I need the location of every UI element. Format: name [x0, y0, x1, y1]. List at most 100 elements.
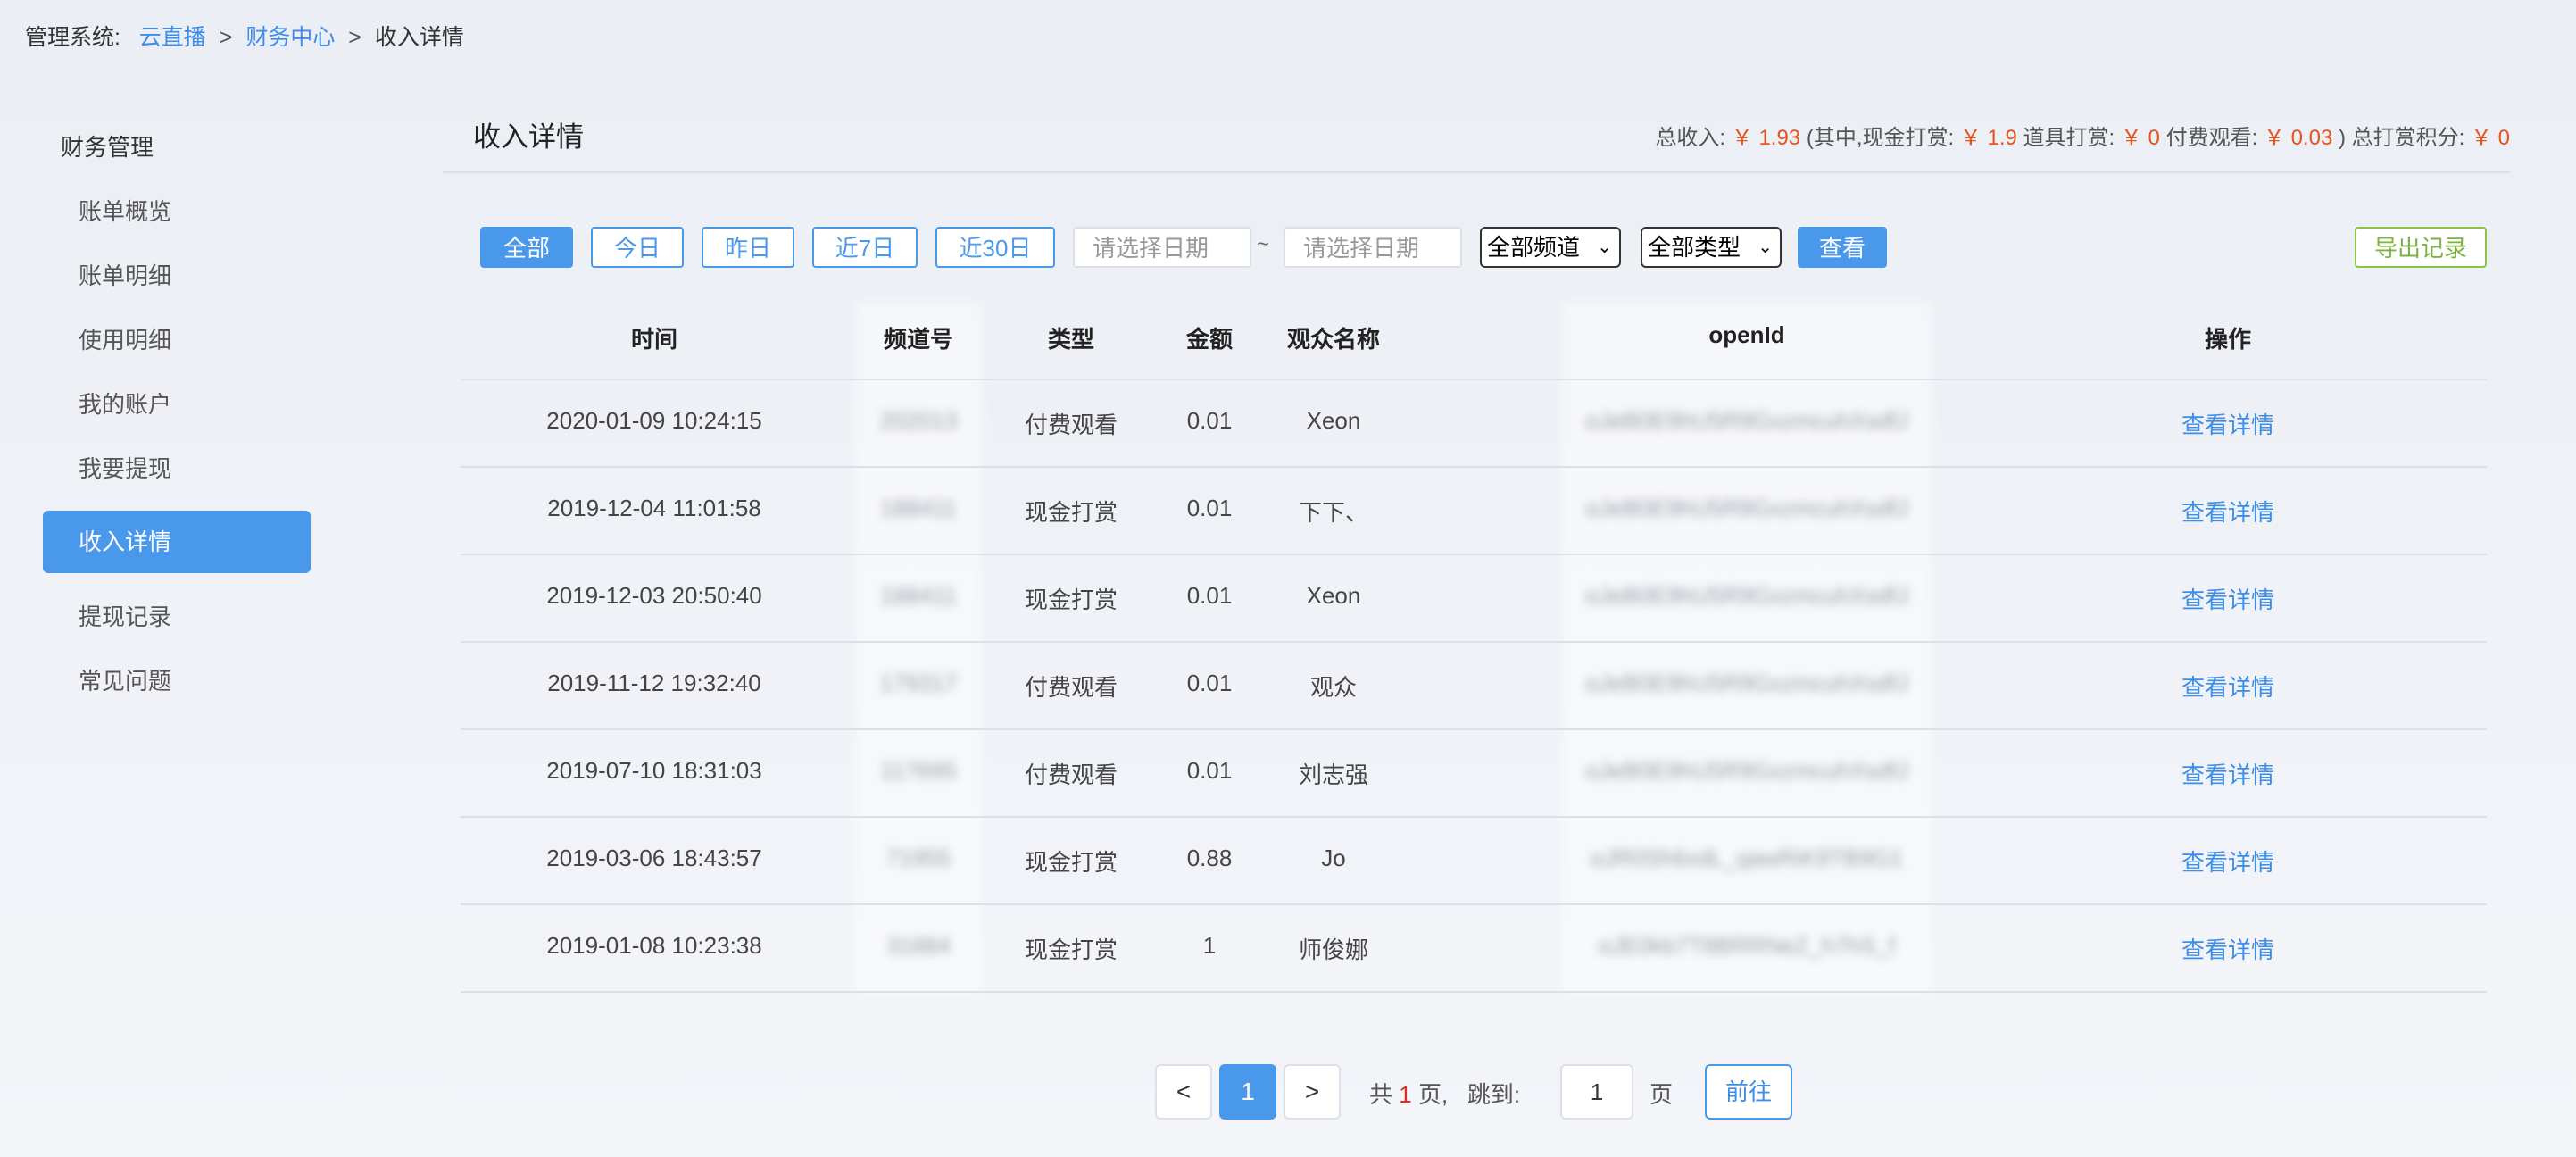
- sidebar: 财务管理 账单概览 账单明细 使用明细 我的账户 我要提现 收入详情 提现记录 …: [43, 125, 311, 723]
- cell-time: 2019-03-06 18:43:57: [546, 845, 762, 871]
- jump-label: 跳到:: [1467, 1081, 1521, 1108]
- summary-total-label: 总收入:: [1655, 126, 1726, 150]
- cell-channel: 202013: [879, 407, 958, 434]
- column-header-channel: 频道号: [883, 326, 953, 353]
- income-summary: 总收入: ￥ 1.93 (其中,现金打赏: ￥ 1.9 道具打赏: ￥ 0 付费…: [1655, 120, 2510, 151]
- sidebar-item-usage-details[interactable]: 使用明细: [43, 318, 311, 362]
- cell-type: 付费观看: [1024, 412, 1118, 438]
- cell-channel: 188411: [880, 495, 957, 521]
- summary-paid-label: 付费观看:: [2165, 126, 2258, 150]
- cell-openid: oJeB0E9hU5R9GxzmcuhXsdfJ: [1585, 495, 1908, 521]
- column-header-openid: openId: [1708, 321, 1785, 348]
- breadcrumb-link-finance[interactable]: 财务中心: [245, 25, 335, 50]
- view-details-link[interactable]: 查看详情: [2049, 582, 2406, 615]
- income-table: 时间 频道号 类型 金额 观众名称 openId 操作 2020-01-09 1…: [461, 302, 2487, 993]
- view-details-link[interactable]: 查看详情: [2049, 845, 2406, 878]
- total-pages-count: 1: [1399, 1081, 1412, 1108]
- cell-amount: 0.01: [1186, 495, 1233, 521]
- chevron-down-icon: ⌄: [1597, 237, 1612, 257]
- cell-channel: 179317: [879, 670, 958, 696]
- end-date-input[interactable]: 请选择日期: [1284, 227, 1462, 268]
- table-row: 2019-03-06 18:43:57 71955 现金打赏 0.88 Jo oJR0Sh…: [461, 816, 2487, 903]
- cell-type: 付费观看: [1024, 674, 1118, 701]
- filter-30days-button[interactable]: 近30日: [935, 227, 1055, 268]
- sidebar-item-income-details[interactable]: 收入详情: [43, 511, 311, 573]
- type-select[interactable]: 全部类型 ⌄: [1641, 227, 1782, 268]
- start-date-input[interactable]: 请选择日期: [1073, 227, 1251, 268]
- page-header: 收入详情 总收入: ￥ 1.93 (其中,现金打赏: ￥ 1.9 道具打赏: ￥…: [443, 104, 2510, 173]
- cell-openid: oJeB0E9hU5R9GxzmcuhXsdfJ: [1585, 670, 1908, 696]
- breadcrumb-link-live[interactable]: 云直播: [139, 25, 206, 50]
- table-row: 2019-11-12 19:32:40 179317 付费观看 0.01 观众 oJeB0…: [461, 641, 2487, 728]
- cell-amount: 0.01: [1186, 670, 1233, 696]
- page-unit: 页: [1649, 1081, 1674, 1108]
- column-header-amount: 金额: [1185, 326, 1233, 353]
- summary-total-value: ￥ 1.93: [1731, 126, 1801, 150]
- table-row: 2019-01-08 10:23:38 31884 现金打赏 1 师俊娜 oJE0kb7T…: [461, 903, 2487, 993]
- cell-channel: 188411: [880, 582, 957, 609]
- summary-paid-value: ￥ 0.03: [2263, 126, 2333, 150]
- chevron-down-icon: ⌄: [1757, 237, 1773, 257]
- cell-openid: oJeB0E9hU5R9GxzmcuhXsdfJ: [1585, 757, 1908, 784]
- next-page-button[interactable]: >: [1284, 1064, 1341, 1120]
- cell-type: 现金打赏: [1024, 936, 1118, 963]
- filter-all-button[interactable]: 全部: [480, 227, 573, 268]
- cell-openid: oJeB0E9hU5R9GxzmcuhXsdfJ: [1585, 582, 1908, 609]
- sidebar-item-my-account[interactable]: 我的账户: [43, 382, 311, 427]
- breadcrumb: 管理系统: 云直播 > 财务中心 > 收入详情: [25, 20, 464, 52]
- query-button[interactable]: 查看: [1798, 227, 1887, 268]
- table-row: 2020-01-09 10:24:15 202013 付费观看 0.01 Xeon oJe…: [461, 379, 2487, 466]
- summary-cash-value: ￥ 1.9: [1959, 126, 2017, 150]
- sidebar-item-withdraw-records[interactable]: 提现记录: [43, 595, 311, 639]
- table-header: 时间 频道号 类型 金额 观众名称 openId 操作: [461, 302, 2487, 379]
- column-header-time: 时间: [630, 326, 677, 353]
- table-row: 2019-12-03 20:50:40 188411 现金打赏 0.01 Xeon oJe…: [461, 554, 2487, 641]
- sidebar-item-bill-overview[interactable]: 账单概览: [43, 189, 311, 234]
- breadcrumb-current: 收入详情: [374, 25, 464, 50]
- summary-points-label: ) 总打赏积分:: [2338, 126, 2465, 150]
- cell-viewer: Jo: [1321, 845, 1346, 871]
- cell-openid: oJR0Sh6xdL_qawRiK9TB9G1: [1591, 845, 1903, 871]
- breadcrumb-prefix: 管理系统:: [25, 25, 120, 50]
- view-details-link[interactable]: 查看详情: [2049, 670, 2406, 703]
- sidebar-item-bill-details[interactable]: 账单明细: [43, 254, 311, 298]
- date-range-separator: ~: [1257, 232, 1270, 256]
- cell-channel: 71955: [885, 845, 951, 871]
- sidebar-item-withdraw[interactable]: 我要提现: [43, 446, 311, 491]
- total-suffix: 页,: [1417, 1081, 1449, 1108]
- view-details-link[interactable]: 查看详情: [2049, 407, 2406, 440]
- sidebar-group-title: 财务管理: [61, 134, 154, 161]
- summary-prop-value: ￥ 0: [2120, 126, 2160, 150]
- total-prefix: 共: [1369, 1081, 1393, 1108]
- filter-today-button[interactable]: 今日: [591, 227, 684, 268]
- cell-channel: 31884: [885, 932, 951, 959]
- column-header-type: 类型: [1047, 326, 1094, 353]
- cell-amount: 0.01: [1186, 582, 1233, 609]
- cell-viewer: Xeon: [1306, 582, 1361, 609]
- filter-yesterday-button[interactable]: 昨日: [702, 227, 794, 268]
- view-details-link[interactable]: 查看详情: [2049, 932, 2406, 965]
- cell-viewer: 刘志强: [1298, 762, 1368, 788]
- view-details-link[interactable]: 查看详情: [2049, 495, 2406, 528]
- export-records-button[interactable]: 导出记录: [2355, 227, 2487, 268]
- cell-viewer: Xeon: [1306, 407, 1361, 434]
- filter-7days-button[interactable]: 近7日: [812, 227, 918, 268]
- column-header-action: 操作: [2204, 326, 2251, 353]
- cell-amount: 0.01: [1186, 407, 1233, 434]
- cell-time: 2019-12-04 11:01:58: [547, 495, 761, 521]
- total-pages-text: 共 1 页, 跳到:: [1369, 1077, 1520, 1110]
- breadcrumb-separator: >: [219, 25, 233, 50]
- view-details-link[interactable]: 查看详情: [2049, 757, 2406, 790]
- prev-page-button[interactable]: <: [1155, 1064, 1212, 1120]
- table-row: 2019-07-10 18:31:03 117695 付费观看 0.01 刘志强 oJeB…: [461, 728, 2487, 816]
- channel-select[interactable]: 全部频道 ⌄: [1480, 227, 1621, 268]
- column-header-viewer: 观众名称: [1286, 326, 1380, 353]
- table-row: 2019-12-04 11:01:58 188411 现金打赏 0.01 下下、 oJeB…: [461, 466, 2487, 554]
- jump-page-input[interactable]: 1: [1560, 1064, 1633, 1120]
- cell-viewer: 观众: [1309, 674, 1357, 701]
- page-1-button[interactable]: 1: [1219, 1064, 1276, 1120]
- go-button[interactable]: 前往: [1705, 1064, 1792, 1120]
- sidebar-item-faq[interactable]: 常见问题: [43, 659, 311, 703]
- summary-cash-label: (其中,现金打赏:: [1806, 126, 1955, 150]
- cell-time: 2019-01-08 10:23:38: [546, 932, 762, 959]
